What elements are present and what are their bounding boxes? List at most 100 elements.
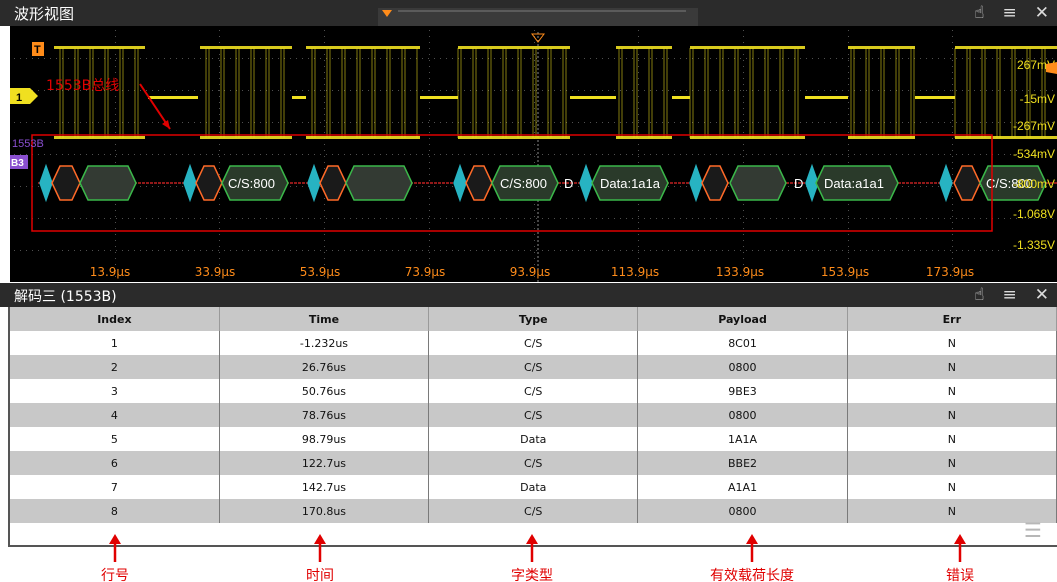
svg-text:Data:a1a1: Data:a1a1 xyxy=(824,176,884,191)
column-header-err[interactable]: Err xyxy=(847,307,1057,331)
cell-err: N xyxy=(847,355,1057,379)
voltage-scale-label: -267mV xyxy=(1013,119,1055,133)
annotation-payload: 有效载荷长度 xyxy=(710,568,794,582)
table-row[interactable]: 5 98.79us Data 1A1A N xyxy=(10,427,1057,451)
cell-err: N xyxy=(847,427,1057,451)
touch-lock-icon[interactable]: ☝ xyxy=(974,286,984,304)
cell-time: 142.7us xyxy=(219,475,430,499)
decode-titlebar: 解码三 (1553B) ☝ ≡ ✕ xyxy=(0,283,1057,307)
trigger-marker[interactable]: T xyxy=(32,42,44,56)
cell-index: 4 xyxy=(10,403,220,427)
table-row[interactable]: 3 50.76us C/S 9BE3 N xyxy=(10,379,1057,403)
column-header-index[interactable]: Index xyxy=(10,307,220,331)
waveform-canvas: C/S:800 C/S:800 D Data:1a1a D Data:a1a1 C/S:80… xyxy=(10,30,1057,282)
decode-title: 解码三 (1553B) xyxy=(14,289,117,305)
oscilloscope-screen: 波形视图 ☝ ≡ ✕ C/S:800 C/S:800 D Data:1a1a D Data… xyxy=(0,0,1057,582)
bus-annotation-label: 1553B总线 xyxy=(46,78,119,94)
cell-err: N xyxy=(847,379,1057,403)
table-row[interactable]: 4 78.76us C/S 0800 N xyxy=(10,403,1057,427)
cell-index: 3 xyxy=(10,379,220,403)
time-scale-label: 13.9µs xyxy=(90,265,131,279)
cell-payload: 9BE3 xyxy=(637,379,848,403)
cell-type: Data xyxy=(428,475,639,499)
svg-text:D: D xyxy=(564,176,573,191)
column-header-payload[interactable]: Payload xyxy=(637,307,848,331)
cell-err: N xyxy=(847,331,1057,355)
table-row[interactable]: 1 -1.232us C/S 8C01 N xyxy=(10,331,1057,355)
decode-titlebar-icons: ☝ ≡ ✕ xyxy=(974,286,1049,304)
cell-payload: 1A1A xyxy=(637,427,848,451)
time-scale-label: 133.9µs xyxy=(716,265,764,279)
waveform-display[interactable]: C/S:800 C/S:800 D Data:1a1a D Data:a1a1 C/S:80… xyxy=(10,26,1057,282)
time-scale-label: 73.9µs xyxy=(405,265,446,279)
cell-type: C/S xyxy=(428,403,639,427)
time-scale-label: 93.9µs xyxy=(510,265,551,279)
cell-index: 2 xyxy=(10,355,220,379)
channel1-marker[interactable]: 1 xyxy=(10,88,38,104)
voltage-scale-label: -1.068V xyxy=(1013,207,1055,221)
time-scale-label: 33.9µs xyxy=(195,265,236,279)
waveform-titlebar: 波形视图 ☝ ≡ ✕ xyxy=(0,0,1057,26)
cell-time: 98.79us xyxy=(219,427,430,451)
trigger-marker-label: T xyxy=(34,44,41,56)
cell-err: N xyxy=(847,475,1057,499)
overview-strip xyxy=(382,10,686,17)
cell-payload: 0800 xyxy=(637,355,848,379)
cell-type: Data xyxy=(428,427,639,451)
annotation-index: 行号 xyxy=(101,568,129,582)
cell-type: C/S xyxy=(428,355,639,379)
overview-trigger-icon xyxy=(382,10,392,17)
annotation-err: 错误 xyxy=(946,568,974,582)
cell-index: 7 xyxy=(10,475,220,499)
cell-index: 6 xyxy=(10,451,220,475)
column-header-type[interactable]: Type xyxy=(428,307,639,331)
voltage-scale-label: -800mV xyxy=(1013,177,1055,191)
table-header-row: Index Time Type Payload Err xyxy=(10,307,1057,331)
bus-annotation-arrowhead xyxy=(162,120,170,129)
svg-text:D: D xyxy=(794,176,803,191)
time-scale-label: 113.9µs xyxy=(611,265,659,279)
table-row[interactable]: 6 122.7us C/S BBE2 N xyxy=(10,451,1057,475)
cell-payload: BBE2 xyxy=(637,451,848,475)
voltage-scale-label: -534mV xyxy=(1013,147,1055,161)
close-icon[interactable]: ✕ xyxy=(1035,286,1049,304)
channel1-marker-label: 1 xyxy=(16,92,22,104)
bus-marker[interactable]: B3 xyxy=(10,155,28,169)
cell-err: N xyxy=(847,451,1057,475)
svg-text:C/S:800: C/S:800 xyxy=(500,176,547,191)
table-row[interactable]: 7 142.7us Data A1A1 N xyxy=(10,475,1057,499)
annotation-time: 时间 xyxy=(306,568,334,582)
touch-lock-icon[interactable]: ☝ xyxy=(974,4,984,22)
menu-icon[interactable]: ≡ xyxy=(1003,4,1017,22)
waveform-titlebar-icons: ☝ ≡ ✕ xyxy=(974,4,1049,22)
cell-time: 26.76us xyxy=(219,355,430,379)
cell-index: 1 xyxy=(10,331,220,355)
menu-icon[interactable]: ≡ xyxy=(1003,286,1017,304)
cell-time: -1.232us xyxy=(219,331,430,355)
cell-payload: 8C01 xyxy=(637,331,848,355)
table-row[interactable]: 2 26.76us C/S 0800 N xyxy=(10,355,1057,379)
cell-type: C/S xyxy=(428,451,639,475)
table-row[interactable]: 8 170.8us C/S 0800 N xyxy=(10,499,1057,523)
cell-payload: 0800 xyxy=(637,499,848,523)
time-scale-label: 153.9µs xyxy=(821,265,869,279)
bus-decode-trace: C/S:800 C/S:800 D Data:1a1a D Data:a1a1 C/S:80… xyxy=(38,163,1057,203)
cell-time: 50.76us xyxy=(219,379,430,403)
cell-time: 122.7us xyxy=(219,451,430,475)
cell-time: 170.8us xyxy=(219,499,430,523)
close-icon[interactable]: ✕ xyxy=(1035,4,1049,22)
cell-type: C/S xyxy=(428,379,639,403)
waveform-overview[interactable] xyxy=(378,8,698,26)
channel1-trace xyxy=(54,46,1057,139)
cell-index: 8 xyxy=(10,499,220,523)
annotation-type: 字类型 xyxy=(511,568,553,582)
voltage-scale-label: -15mV xyxy=(1020,92,1055,106)
decode-table-panel: Index Time Type Payload Err 1 -1.232us C… xyxy=(8,307,1057,547)
svg-text:C/S:800: C/S:800 xyxy=(228,176,275,191)
bus-name-label: 1553B xyxy=(12,138,44,150)
waveform-title: 波形视图 xyxy=(14,5,75,23)
column-header-time[interactable]: Time xyxy=(219,307,430,331)
time-scale-label: 173.9µs xyxy=(926,265,974,279)
cell-type: C/S xyxy=(428,499,639,523)
time-scale-label: 53.9µs xyxy=(300,265,341,279)
